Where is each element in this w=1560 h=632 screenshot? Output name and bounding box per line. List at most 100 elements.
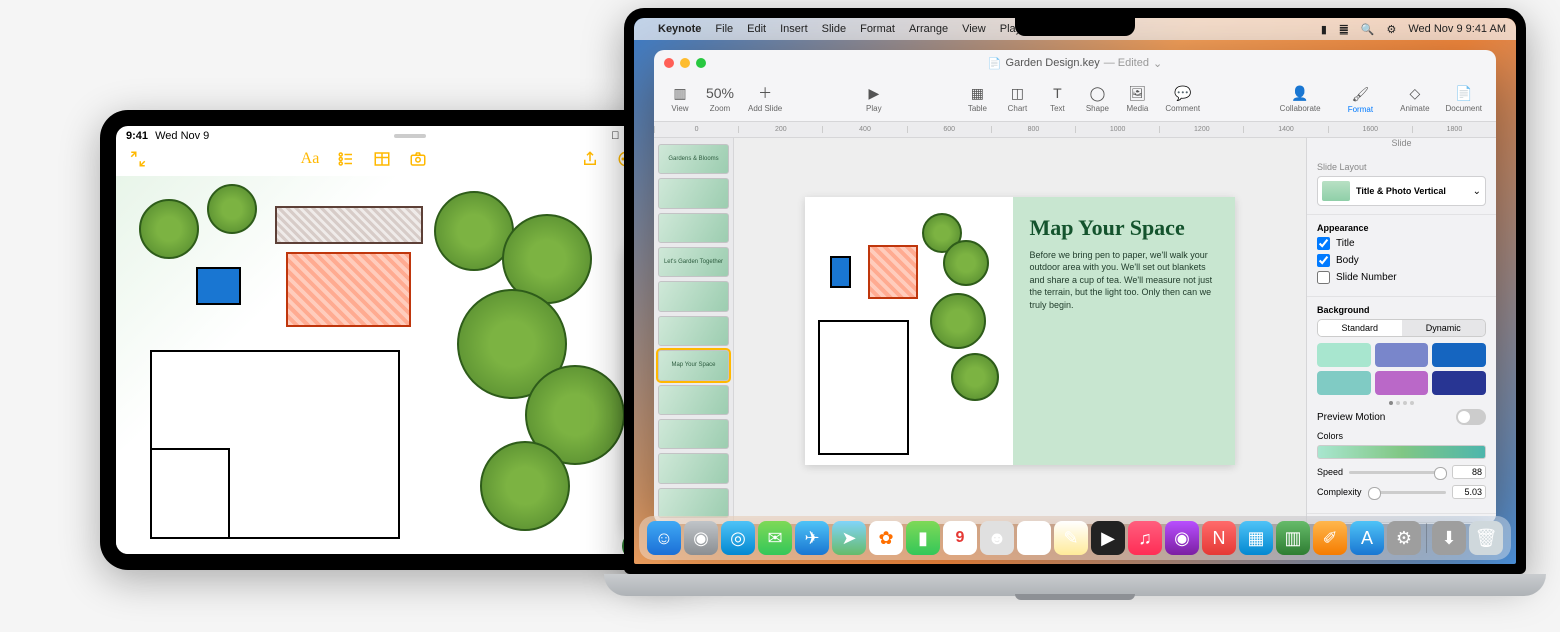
slide-thumb[interactable] [658, 316, 729, 346]
dock-finder-icon[interactable]: ☺ [647, 521, 681, 555]
slide-thumb[interactable] [658, 453, 729, 483]
toolbar-table[interactable]: ▦Table [959, 82, 995, 115]
dock-maps-icon[interactable]: ➤ [832, 521, 866, 555]
share-icon[interactable] [580, 149, 600, 169]
slide-thumb[interactable]: Let's Garden Together [658, 247, 729, 277]
slide-heading[interactable]: Map Your Space [1029, 215, 1219, 241]
dock-mail-icon[interactable]: ✈ [795, 521, 829, 555]
dock-keynote-icon[interactable]: ▦ [1239, 521, 1273, 555]
complexity-value[interactable]: 5.03 [1452, 485, 1486, 499]
close-button[interactable] [664, 58, 674, 68]
menu-insert[interactable]: Insert [780, 23, 808, 35]
dock-contacts-icon[interactable]: ☻ [980, 521, 1014, 555]
slide-thumb[interactable] [658, 488, 729, 518]
slide-navigator[interactable]: Gardens & Blooms Let's Garden Together M… [654, 138, 734, 524]
slide-thumb[interactable] [658, 385, 729, 415]
slide-body-text[interactable]: Before we bring pen to paper, we'll walk… [1029, 249, 1219, 312]
slide-thumb[interactable] [658, 419, 729, 449]
minimize-button[interactable] [680, 58, 690, 68]
slidenum-checkbox-row[interactable]: Slide Number [1317, 271, 1486, 284]
dock-notes-icon[interactable]: ✎ [1054, 521, 1088, 555]
slide-thumb[interactable] [658, 178, 729, 208]
menubar-clock[interactable]: Wed Nov 9 9:41 AM [1408, 23, 1506, 35]
dock-tv-icon[interactable]: ▶ [1091, 521, 1125, 555]
slide-thumb[interactable] [658, 213, 729, 243]
dock-facetime-icon[interactable]: ▮ [906, 521, 940, 555]
bg-swatch-2[interactable] [1432, 343, 1486, 367]
dock-messages-icon[interactable]: ✉ [758, 521, 792, 555]
toolbar-collaborate[interactable]: 👤Collaborate [1274, 82, 1327, 115]
menu-format[interactable]: Format [860, 23, 895, 35]
toolbar-format[interactable]: 🖌Format [1331, 79, 1391, 118]
toolbar-shape[interactable]: ◯Shape [1079, 82, 1115, 115]
slide-canvas[interactable]: Map Your Space Before we bring pen to pa… [734, 138, 1306, 524]
dock-reminders-icon[interactable]: ☰ [1017, 521, 1051, 555]
toolbar-play[interactable]: ▶Play [856, 82, 892, 115]
slidenum-checkbox[interactable] [1317, 271, 1330, 284]
slide-thumb-selected[interactable]: Map Your Space [658, 350, 729, 380]
title-dropdown-icon[interactable]: ⌄ [1153, 57, 1162, 70]
ipad-multitask-pill[interactable] [394, 134, 426, 138]
dock-news-icon[interactable]: N [1202, 521, 1236, 555]
camera-icon[interactable] [408, 149, 428, 169]
slide-thumb[interactable] [658, 281, 729, 311]
document-title[interactable]: Garden Design.key [1006, 57, 1100, 69]
table-icon[interactable] [372, 149, 392, 169]
window-titlebar[interactable]: 📄 Garden Design.key — Edited ⌄ [654, 50, 1496, 76]
dock-downloads-icon[interactable]: ⬇ [1432, 521, 1466, 555]
toolbar-comment[interactable]: 💬Comment [1159, 82, 1206, 115]
dock-numbers-icon[interactable]: ▥ [1276, 521, 1310, 555]
title-checkbox-row[interactable]: Title [1317, 237, 1486, 250]
bg-swatch-0[interactable] [1317, 343, 1371, 367]
dock-pages-icon[interactable]: ✐ [1313, 521, 1347, 555]
body-checkbox-row[interactable]: Body [1317, 254, 1486, 267]
title-checkbox[interactable] [1317, 237, 1330, 250]
swatch-pager[interactable] [1317, 401, 1486, 405]
colors-gradient[interactable] [1317, 445, 1486, 459]
menubar-wifi-icon[interactable]: ䷀ [1339, 23, 1349, 36]
menu-edit[interactable]: Edit [747, 23, 766, 35]
keynote-ruler[interactable]: 0200 400600 8001000 12001400 16001800 [654, 122, 1496, 138]
dock-launchpad-icon[interactable]: ◉ [684, 521, 718, 555]
dock-appstore-icon[interactable]: A [1350, 521, 1384, 555]
toolbar-text[interactable]: TText [1039, 82, 1075, 115]
toolbar-add-slide[interactable]: ＋Add Slide [742, 82, 788, 115]
dock-trash-icon[interactable]: 🗑 [1469, 521, 1503, 555]
menu-slide[interactable]: Slide [822, 23, 846, 35]
menubar-control-center-icon[interactable]: ⚙ [1387, 23, 1397, 36]
slide-layout-selector[interactable]: Title & Photo Vertical ⌄ [1317, 176, 1486, 206]
body-checkbox[interactable] [1317, 254, 1330, 267]
ipad-note-canvas[interactable]: ↶ ↷ ＋ 🅰 ◯ [116, 176, 684, 554]
slide-text-block[interactable]: Map Your Space Before we bring pen to pa… [1013, 197, 1235, 466]
checklist-icon[interactable] [336, 149, 356, 169]
menu-arrange[interactable]: Arrange [909, 23, 948, 35]
dock-music-icon[interactable]: ♫ [1128, 521, 1162, 555]
speed-slider[interactable]: .slider[style*='88']::after{left:88%} [1349, 471, 1446, 474]
slide-thumb[interactable]: Gardens & Blooms [658, 144, 729, 174]
menubar-search-icon[interactable]: 🔍 [1361, 23, 1375, 36]
seg-standard[interactable]: Standard [1318, 320, 1402, 336]
bg-swatch-1[interactable] [1375, 343, 1429, 367]
menubar-battery-icon[interactable]: ▮ [1321, 23, 1327, 36]
background-mode-segment[interactable]: Standard Dynamic [1317, 319, 1486, 337]
toolbar-document[interactable]: 📄Document [1440, 82, 1488, 115]
speed-value[interactable]: 88 [1452, 465, 1486, 479]
fullscreen-button[interactable] [696, 58, 706, 68]
toolbar-animate[interactable]: ◇Animate [1394, 82, 1435, 115]
toolbar-zoom[interactable]: 50%Zoom [702, 82, 738, 115]
complexity-slider[interactable] [1368, 491, 1446, 494]
toolbar-view[interactable]: ▥View [662, 82, 698, 115]
dock-settings-icon[interactable]: ⚙ [1387, 521, 1421, 555]
bg-swatch-5[interactable] [1432, 371, 1486, 395]
dock-podcasts-icon[interactable]: ◉ [1165, 521, 1199, 555]
toolbar-media[interactable]: 🖼Media [1119, 82, 1155, 115]
menu-view[interactable]: View [962, 23, 986, 35]
current-slide[interactable]: Map Your Space Before we bring pen to pa… [805, 197, 1235, 466]
menu-file[interactable]: File [715, 23, 733, 35]
toolbar-chart[interactable]: ◫Chart [999, 82, 1035, 115]
dock-calendar-icon[interactable]: 9 [943, 521, 977, 555]
menubar-app-name[interactable]: Keynote [658, 23, 701, 35]
seg-dynamic[interactable]: Dynamic [1402, 320, 1486, 336]
text-style-button[interactable]: Aa [300, 149, 320, 169]
dock-photos-icon[interactable]: ✿ [869, 521, 903, 555]
